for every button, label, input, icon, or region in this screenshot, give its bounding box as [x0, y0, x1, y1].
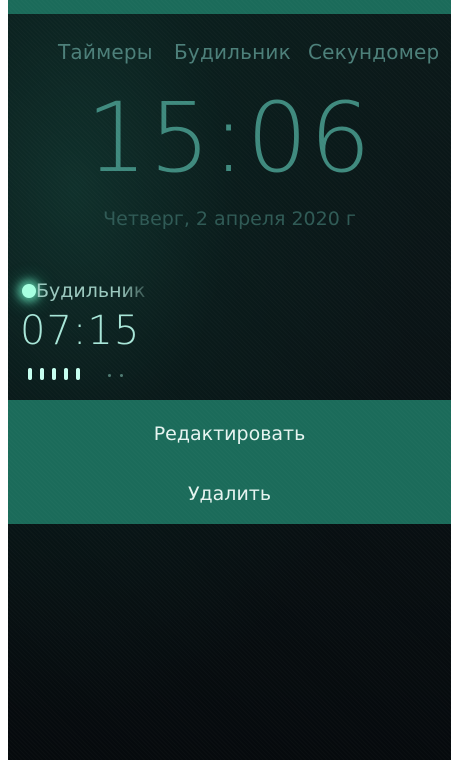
- context-menu: Редактировать Удалить: [8, 400, 451, 524]
- alarm-name: Будильник: [36, 280, 146, 302]
- edit-menu-item[interactable]: Редактировать: [8, 404, 451, 464]
- weekday-indicator: [108, 374, 111, 377]
- clock-app-screen: Таймеры Будильник Секундомер 15:06 Четве…: [8, 0, 451, 760]
- current-date: Четверг, 2 апреля 2020 г: [103, 208, 356, 230]
- alarm-list-item[interactable]: Будильник 07:15: [8, 270, 451, 390]
- tab-alarm[interactable]: Будильник: [174, 40, 291, 64]
- weekday-indicator: [52, 368, 56, 380]
- tab-timers[interactable]: Таймеры: [58, 40, 153, 64]
- status-bar-strip: [8, 0, 451, 14]
- current-time: 15:06: [86, 82, 373, 194]
- delete-menu-item[interactable]: Удалить: [8, 464, 451, 524]
- weekday-indicator: [28, 368, 32, 380]
- weekday-indicator: [76, 368, 80, 380]
- tab-bar: Таймеры Будильник Секундомер: [8, 40, 451, 68]
- weekday-indicator: [40, 368, 44, 380]
- weekday-indicator: [120, 374, 123, 377]
- tab-stopwatch[interactable]: Секундомер: [308, 40, 439, 64]
- alarm-time: 07:15: [20, 308, 141, 354]
- weekday-indicator: [64, 368, 68, 380]
- alarm-enabled-indicator-icon[interactable]: [22, 284, 36, 298]
